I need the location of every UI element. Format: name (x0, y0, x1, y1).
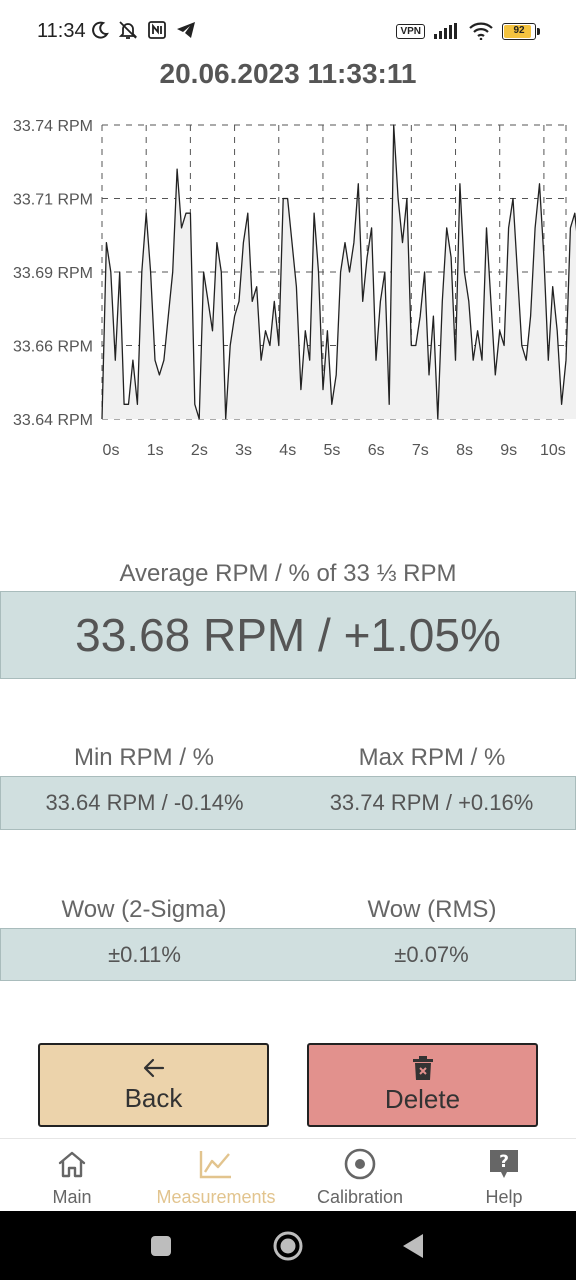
x-tick-label: 2s (191, 442, 208, 459)
nav-label-measurements: Measurements (156, 1187, 276, 1207)
battery-level: 92 (513, 24, 525, 36)
x-tick-label: 3s (235, 442, 252, 459)
x-tick-label: 5s (323, 442, 340, 459)
y-tick-label: 33.66 RPM (13, 339, 93, 356)
svg-text:?: ? (499, 1152, 509, 1172)
back-triangle-icon[interactable] (402, 1233, 424, 1259)
nfc-icon (148, 21, 166, 39)
rpm-chart: 33.74 RPM 33.71 RPM 33.69 RPM 33.66 RPM 33.6… (13, 118, 576, 459)
y-tick-label: 33.69 RPM (13, 265, 93, 282)
system-nav-bar (0, 1211, 576, 1280)
nav-item-measurements[interactable]: Measurements (144, 1139, 288, 1212)
x-tick-label: 10s (540, 442, 566, 459)
min-value: 33.64 RPM / -0.14% (45, 790, 244, 815)
target-icon (344, 1148, 376, 1180)
signal-icon (434, 23, 457, 39)
bell-off-icon (118, 21, 138, 39)
average-label: Average RPM / % of 33 ⅓ RPM (119, 560, 457, 587)
chart-line-icon (199, 1151, 231, 1179)
delete-button[interactable]: Delete (307, 1043, 538, 1127)
x-tick-label: 4s (279, 442, 296, 459)
nav-icon-wrap-main (57, 1147, 87, 1181)
status-right-icons: VPN 92 (396, 22, 540, 40)
x-tick-label: 0s (103, 442, 120, 459)
status-bar: 11:34 VPN 92 (0, 0, 576, 62)
y-tick-label: 33.71 RPM (13, 192, 93, 209)
x-tick-label: 1s (147, 442, 164, 459)
nav-item-help[interactable]: ? Help (432, 1139, 576, 1212)
page-title: 20.06.2023 11:33:11 (159, 58, 417, 89)
nav-icon-wrap-help: ? (488, 1147, 520, 1181)
nav-label-help: Help (485, 1187, 523, 1207)
arrow-left-icon (143, 1058, 164, 1077)
status-left-icons (91, 20, 196, 40)
y-tick-label: 33.64 RPM (13, 412, 93, 429)
max-label: Max RPM / % (358, 744, 506, 771)
status-time: 11:34 (37, 20, 86, 42)
max-value: 33.74 RPM / +0.16% (329, 790, 534, 815)
bottom-nav: Main Measurements Calibration ? Help (0, 1138, 576, 1211)
vpn-badge: VPN (396, 23, 425, 39)
trash-icon (412, 1055, 433, 1080)
wow-rms-label: Wow (RMS) (367, 896, 497, 923)
average-box: 33.68 RPM / +1.05% (0, 591, 576, 679)
telegram-icon (177, 22, 195, 38)
home-circle-icon[interactable] (272, 1230, 304, 1262)
nav-item-calibration[interactable]: Calibration (288, 1139, 432, 1212)
wow-rms-value: ±0.07% (394, 941, 469, 967)
recents-icon[interactable] (150, 1235, 172, 1257)
back-button[interactable]: Back (38, 1043, 269, 1127)
delete-button-label: Delete (384, 1083, 461, 1114)
x-tick-label: 8s (456, 442, 473, 459)
x-tick-label: 6s (368, 442, 385, 459)
nav-item-main[interactable]: Main (0, 1139, 144, 1212)
nav-label-main: Main (52, 1187, 92, 1207)
moon-icon (92, 21, 109, 39)
average-value: 33.68 RPM / +1.05% (75, 609, 501, 661)
x-tick-label: 7s (412, 442, 429, 459)
nav-label-calibration: Calibration (316, 1187, 404, 1207)
home-icon (58, 1151, 86, 1178)
battery-icon: 92 (502, 22, 540, 40)
help-icon: ? (490, 1150, 518, 1178)
back-button-label: Back (124, 1082, 183, 1113)
x-tick-label: 9s (500, 442, 517, 459)
wow-sigma-value: ±0.11% (108, 941, 181, 967)
minmax-box: 33.64 RPM / -0.14% 33.74 RPM / +0.16% (0, 776, 576, 830)
min-label: Min RPM / % (73, 744, 214, 771)
wow-box: ±0.11% ±0.07% (0, 928, 576, 981)
nav-icon-wrap-measurements (199, 1147, 233, 1181)
wow-sigma-label: Wow (2-Sigma) (61, 896, 227, 923)
wifi-icon (469, 22, 493, 40)
nav-icon-wrap-calibration (343, 1147, 377, 1181)
y-tick-label: 33.74 RPM (13, 118, 93, 135)
